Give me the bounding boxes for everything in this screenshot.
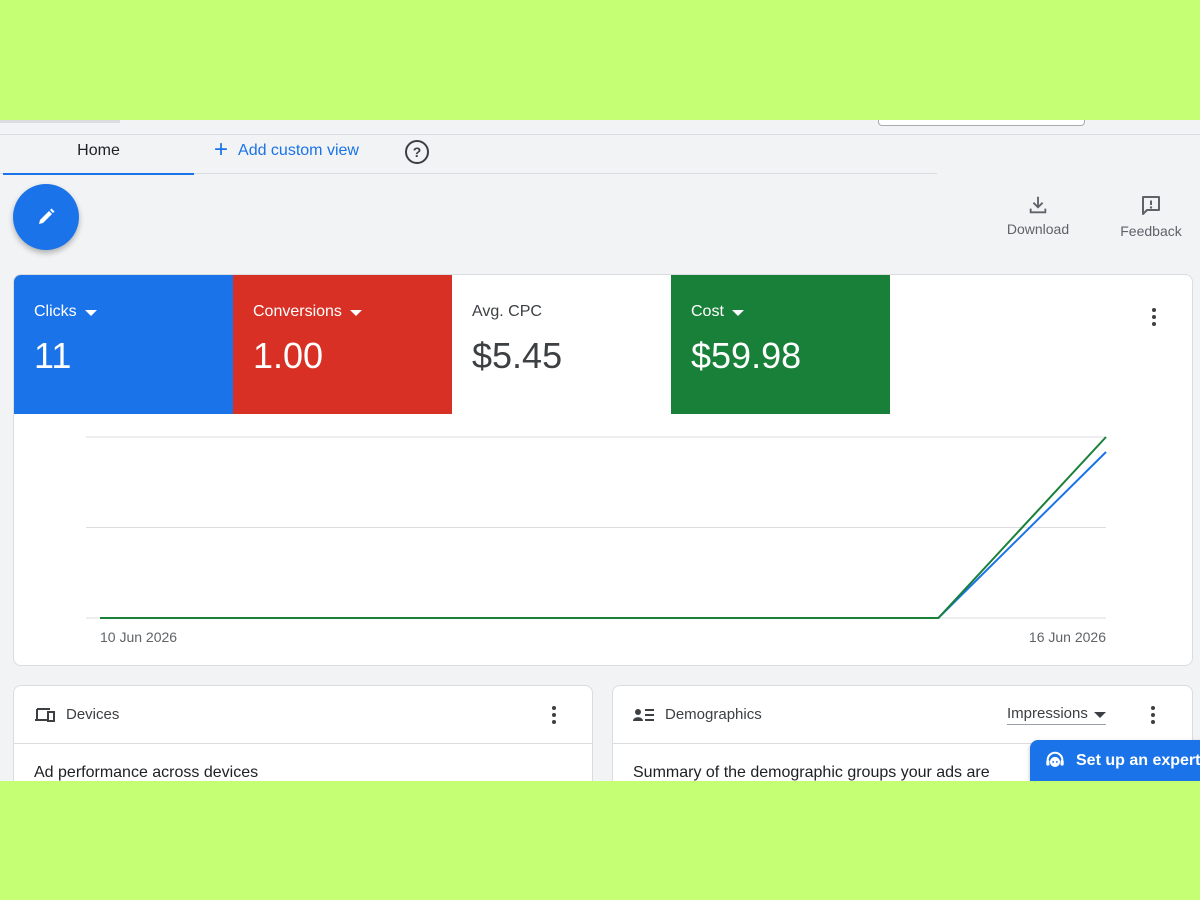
chevron-down-icon [1093,711,1106,718]
performance-card: Clicks 11 Conversions 1.00 Avg. CPC $5.4… [13,274,1193,666]
help-symbol: ? [412,144,422,160]
devices-card-title: Devices [66,706,120,723]
impressions-dropdown[interactable]: Impressions [1007,703,1106,725]
metric-conversions-label: Conversions [253,303,342,320]
x-tick-label: 10 Jun 2026 [100,629,177,645]
metric-conversions-value: 1.00 [253,335,324,376]
tab-home-label: Home [77,142,120,159]
metric-avg-cpc[interactable]: Avg. CPC $5.45 [452,275,671,414]
metric-cost[interactable]: Cost $59.98 [671,275,890,414]
more-options-icon[interactable] [1142,305,1166,329]
search-box-edge[interactable] [878,120,1085,126]
view-tabs: Home + Add custom view ? [0,128,937,175]
more-options-icon[interactable] [1141,703,1165,727]
devices-icon [34,706,56,724]
add-custom-view-button[interactable]: + Add custom view [214,128,359,174]
chevron-down-icon [84,310,97,316]
edit-button[interactable] [13,184,79,250]
devices-card: Devices Ad performance across devices [13,685,593,781]
metric-avg-cpc-value: $5.45 [472,335,563,376]
devices-card-description: Ad performance across devices [34,764,259,781]
plus-icon: + [214,136,229,163]
demographics-card-description: Summary of the demographic groups your a… [633,764,990,781]
metric-conversions[interactable]: Conversions 1.00 [233,275,452,414]
impressions-dropdown-label: Impressions [1007,705,1088,722]
performance-chart: 10 Jun 2026 16 Jun 2026 [14,414,1192,665]
support-agent-icon [1046,751,1064,767]
chart-svg: 10 Jun 2026 16 Jun 2026 [86,436,1107,645]
metric-avg-cpc-label: Avg. CPC [472,303,542,320]
add-custom-view-label: Add custom view [238,142,359,159]
help-icon[interactable]: ? [405,140,429,164]
series-line-0 [100,451,1107,619]
feedback-icon [1142,196,1160,215]
tab-home[interactable]: Home [3,128,194,175]
x-tick-label: 16 Jun 2026 [1029,629,1106,645]
chevron-down-icon [349,310,362,316]
demographics-card-title: Demographics [665,706,762,723]
download-icon [1029,196,1047,214]
metric-cost-value: $59.98 [691,335,802,376]
demographics-icon [633,707,655,723]
more-options-icon[interactable] [542,703,566,727]
metric-clicks[interactable]: Clicks 11 [14,275,233,414]
metric-cost-label: Cost [691,303,724,320]
feedback-label: Feedback [1120,223,1182,239]
chevron-down-icon [731,310,744,316]
download-button[interactable]: Download [1000,194,1076,237]
set-up-expert-button[interactable]: Set up an expert [1030,740,1200,781]
metric-clicks-value: 11 [34,335,72,376]
feedback-button[interactable]: Feedback [1114,194,1188,239]
metric-clicks-label: Clicks [34,303,77,320]
download-label: Download [1006,221,1070,237]
ads-dashboard: Home + Add custom view ? Download Feedba… [0,120,1200,781]
set-up-expert-label: Set up an expert [1076,752,1200,769]
pencil-icon [39,208,55,224]
top-remnant-left [0,120,120,123]
devices-card-header: Devices [14,686,592,744]
